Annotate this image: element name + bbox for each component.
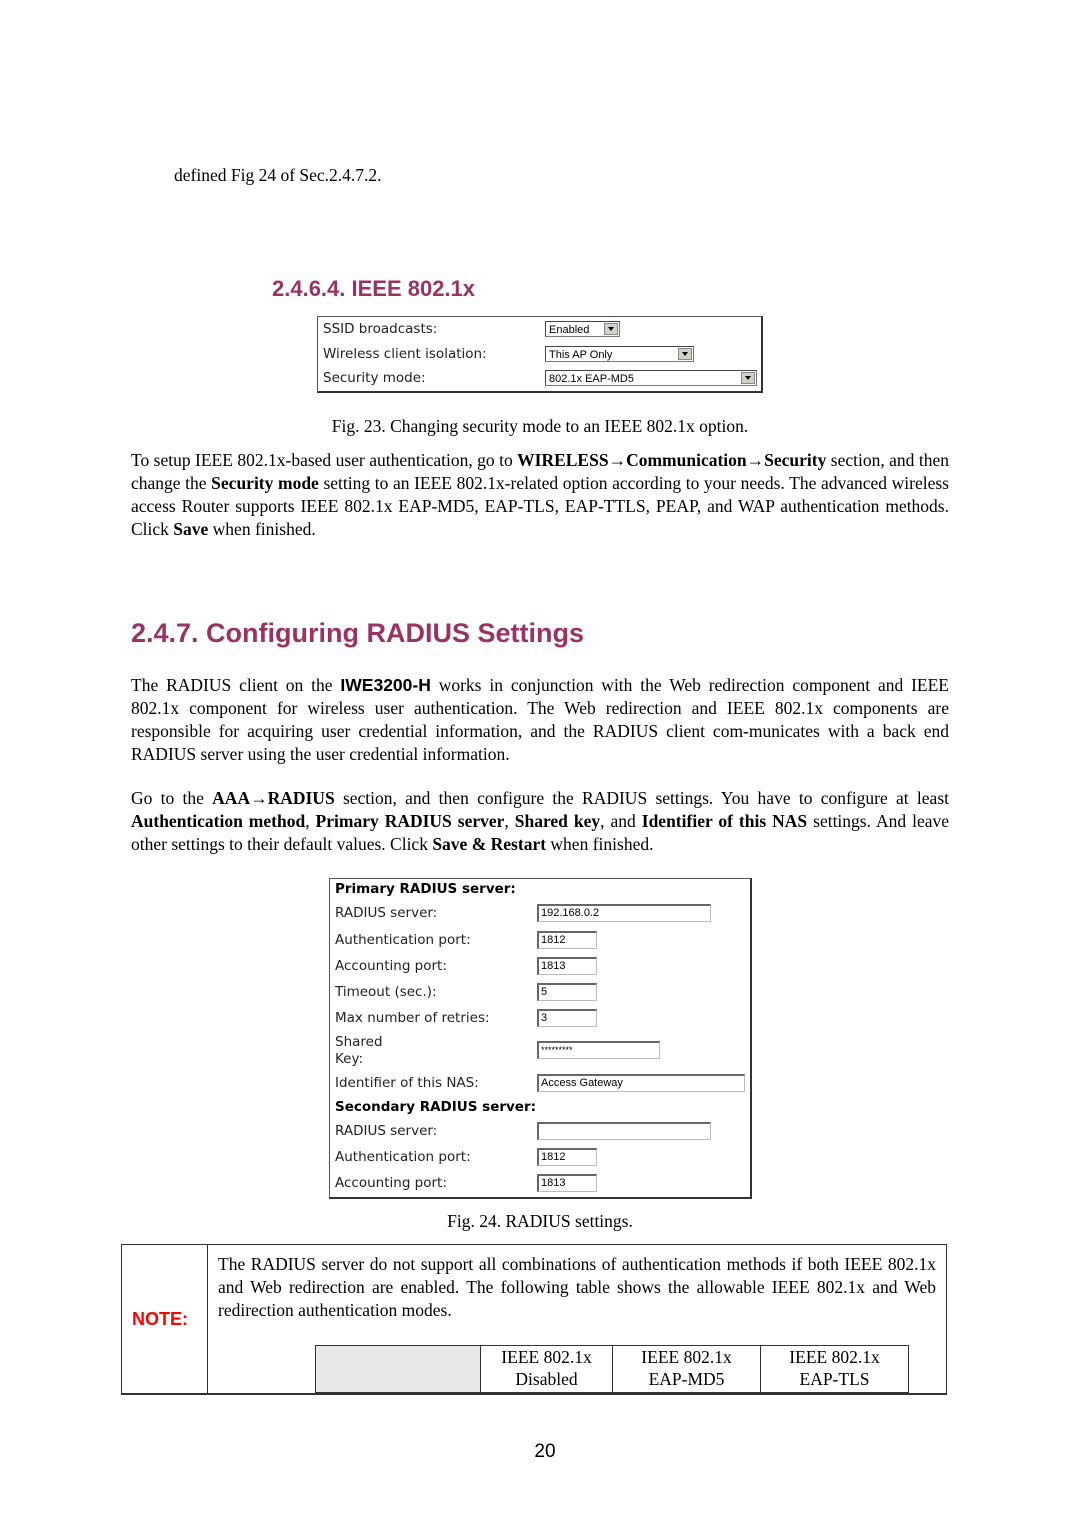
- setting-name: Identifier of this NAS: [641, 811, 808, 831]
- setting-name: Shared key: [514, 811, 601, 831]
- ssid-broadcasts-label: SSID broadcasts:: [323, 321, 438, 337]
- primary-server-input[interactable]: 192.168.0.2: [537, 904, 711, 922]
- security-settings-screenshot: SSID broadcasts: Enabled Wireless client…: [317, 316, 763, 393]
- text: To setup IEEE 802.1x-based user authenti…: [131, 450, 518, 470]
- continued-text: defined Fig 24 of Sec.2.4.7.2.: [174, 165, 382, 185]
- auth-modes-table: IEEE 802.1x Disabled IEEE 802.1x EAP-MD5 I…: [315, 1345, 909, 1393]
- setting-name: Authentication method: [131, 811, 306, 831]
- button-name: Save & Restart: [432, 834, 547, 854]
- text: , and: [600, 811, 642, 831]
- section-heading-radius: 2.4.7. Configuring RADIUS Settings: [131, 618, 585, 648]
- table-header-cell: IEEE 802.1x EAP-TLS: [760, 1345, 909, 1393]
- table-corner-cell: [315, 1345, 481, 1393]
- dropdown-arrow-icon: [741, 372, 755, 384]
- ssid-broadcasts-value: Enabled: [549, 324, 590, 336]
- dropdown-arrow-icon: [678, 348, 692, 360]
- text: section, and then configure the RADIUS s…: [334, 788, 949, 808]
- text: Go to the: [131, 788, 213, 808]
- client-isolation-value: This AP Only: [549, 349, 613, 361]
- primary-acct-port-label: Accounting port:: [335, 958, 447, 974]
- setting-name: Primary RADIUS server: [315, 811, 505, 831]
- note-box: NOTE: The RADIUS server do not support a…: [121, 1244, 947, 1395]
- note-label: NOTE:: [132, 1309, 188, 1329]
- note-label-cell: NOTE:: [122, 1245, 208, 1393]
- secondary-acct-port-label: Accounting port:: [335, 1175, 447, 1191]
- product-name: IWE3200-H: [340, 675, 431, 695]
- security-mode-value: 802.1x EAP-MD5: [549, 373, 634, 385]
- button-name: Save: [173, 519, 209, 539]
- header-line2: EAP-TLS: [799, 1369, 870, 1389]
- text: ,: [504, 811, 515, 831]
- section-heading-ieee: 2.4.6.4. IEEE 802.1x: [272, 276, 476, 301]
- text: The RADIUS client on the: [131, 675, 341, 695]
- shared-key-label-line2: Key:: [335, 1051, 364, 1067]
- radius-paragraph-1: The RADIUS client on the IWE3200-H works…: [131, 674, 949, 766]
- header-line1: IEEE 802.1x: [501, 1347, 592, 1367]
- security-mode-select[interactable]: 802.1x EAP-MD5: [545, 370, 757, 386]
- nas-identifier-label: Identifier of this NAS:: [335, 1075, 479, 1091]
- timeout-label: Timeout (sec.):: [335, 984, 437, 1000]
- primary-server-label: RADIUS server:: [335, 905, 438, 921]
- primary-acct-port-input[interactable]: 1813: [537, 957, 597, 975]
- primary-auth-port-input[interactable]: 1812: [537, 931, 597, 949]
- table-header-cell: IEEE 802.1x Disabled: [480, 1345, 613, 1393]
- setting-name: Security mode: [211, 473, 319, 493]
- text: when finished.: [546, 834, 654, 854]
- header-line1: IEEE 802.1x: [641, 1347, 732, 1367]
- radius-paragraph-2: Go to the AAA→RADIUS section, and then c…: [131, 787, 949, 856]
- figure-caption-23: Fig. 23. Changing security mode to an IE…: [331, 416, 749, 436]
- table-header-row: IEEE 802.1x Disabled IEEE 802.1x EAP-MD5 I…: [315, 1345, 909, 1393]
- radius-settings-screenshot: Primary RADIUS server: RADIUS server: 19…: [329, 878, 752, 1199]
- secondary-auth-port-label: Authentication port:: [335, 1149, 471, 1165]
- secondary-auth-port-input[interactable]: 1812: [537, 1148, 597, 1166]
- secondary-server-label: RADIUS server:: [335, 1123, 438, 1139]
- primary-auth-port-label: Authentication port:: [335, 932, 471, 948]
- header-line1: IEEE 802.1x: [789, 1347, 880, 1367]
- ieee-paragraph: To setup IEEE 802.1x-based user authenti…: [131, 449, 949, 541]
- shared-key-label: Shared Key:: [335, 1034, 383, 1068]
- shared-key-label-line1: Shared: [335, 1034, 383, 1050]
- shared-key-input[interactable]: *********: [537, 1041, 660, 1059]
- header-line2: EAP-MD5: [648, 1369, 725, 1389]
- menu-path: AAA→RADIUS: [212, 788, 335, 808]
- max-retries-input[interactable]: 3: [537, 1009, 597, 1027]
- secondary-acct-port-input[interactable]: 1813: [537, 1174, 597, 1192]
- nas-identifier-input[interactable]: Access Gateway: [537, 1074, 745, 1092]
- client-isolation-label: Wireless client isolation:: [323, 346, 487, 362]
- security-mode-label: Security mode:: [323, 370, 426, 386]
- timeout-input[interactable]: 5: [537, 983, 597, 1001]
- figure-caption-24: Fig. 24. RADIUS settings.: [447, 1211, 633, 1231]
- page-number: 20: [534, 1441, 556, 1462]
- ssid-broadcasts-select[interactable]: Enabled: [545, 321, 620, 337]
- max-retries-label: Max number of retries:: [335, 1010, 490, 1026]
- menu-path: WIRELESS→Communication→Security: [517, 450, 827, 470]
- note-text: The RADIUS server do not support all com…: [218, 1254, 936, 1320]
- dropdown-arrow-icon: [604, 323, 618, 335]
- table-header-cell: IEEE 802.1x EAP-MD5: [612, 1345, 761, 1393]
- client-isolation-select[interactable]: This AP Only: [545, 346, 694, 362]
- text: when finished.: [208, 519, 316, 539]
- text: ,: [305, 811, 316, 831]
- secondary-server-input[interactable]: [537, 1122, 711, 1140]
- primary-radius-heading: Primary RADIUS server:: [335, 881, 516, 897]
- secondary-radius-heading: Secondary RADIUS server:: [335, 1099, 537, 1115]
- header-line2: Disabled: [515, 1369, 578, 1389]
